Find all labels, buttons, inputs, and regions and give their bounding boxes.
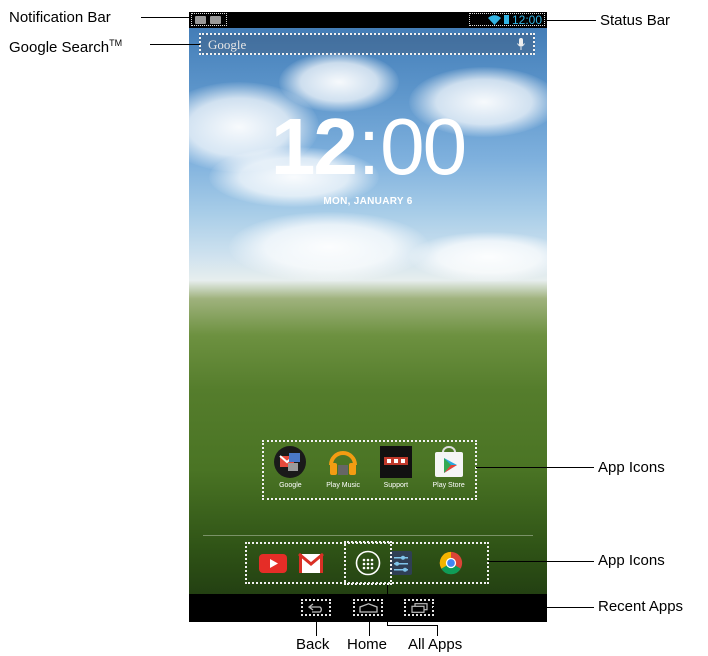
leader-line [150,44,200,45]
leader-line [387,625,437,626]
search-placeholder: Google [208,37,247,52]
wifi-icon [487,14,501,25]
navigation-bar [189,594,547,622]
callout-all-apps: All Apps [408,636,463,653]
callout-app-icons-top: App Icons [598,459,665,476]
home-button[interactable] [353,599,383,616]
recent-apps-button[interactable] [404,599,434,616]
status-icons[interactable]: 12:00 [469,13,545,26]
notification-icons[interactable] [191,13,227,26]
trademark-mark: TM [109,38,123,48]
app-support[interactable]: Support [371,446,421,498]
clock-minutes: 00 [380,102,467,191]
email-notification-icon [210,15,221,24]
app-label: Play Store [432,482,465,489]
callout-app-icons-dock: App Icons [598,552,665,569]
mic-icon[interactable] [517,38,525,51]
youtube-icon[interactable] [259,551,287,575]
app-label: Support [383,482,409,489]
rca-icon [379,446,412,478]
app-play-store[interactable]: Play Store [424,446,474,498]
cloud [409,232,547,282]
callout-home: Home [347,636,388,653]
app-google[interactable]: Google [265,446,315,498]
recent-apps-icon [411,603,428,613]
all-apps-icon [355,550,381,576]
leader-line [546,20,596,21]
leader-line [369,619,370,636]
settings-icon[interactable] [388,551,416,575]
leader-line [488,561,594,562]
google-folder-icon [274,446,307,478]
callout-recent-apps: Recent Apps [598,598,684,615]
chrome-icon[interactable] [437,551,465,575]
app-play-music[interactable]: Play Music [318,446,368,498]
all-apps-button[interactable] [344,541,392,585]
app-label: Play Music [326,482,361,489]
callout-google-search-text: Google Search [9,39,110,56]
clock-separator: : [357,102,380,191]
leader-line [437,625,438,636]
back-button[interactable] [301,599,331,616]
back-icon [308,603,322,613]
leader-line [476,467,594,468]
home-screen: 12:00 Google 12:00 MON, JANUARY 6 Google… [189,12,547,622]
image-notification-icon [195,15,206,24]
google-search-bar[interactable]: Google [199,33,535,55]
play-store-icon [433,446,465,478]
callout-back: Back [296,636,330,653]
app-icons-group: Google Play Music Support Play Store [262,440,477,500]
cloud [229,212,429,282]
clock-hour: 12 [270,102,358,191]
gmail-icon[interactable] [297,551,325,575]
app-label: Google [279,482,302,489]
leader-line [387,585,388,626]
leader-line [141,17,191,18]
clock-widget[interactable]: 12:00 [189,107,547,187]
home-icon [359,603,378,613]
date-label: MON, JANUARY 6 [323,196,413,207]
status-bar[interactable]: 12:00 [189,12,547,28]
callout-google-search: Google SearchTM [9,38,122,56]
leader-line [433,607,594,608]
headphones-icon [327,446,359,478]
callout-status-bar: Status Bar [600,12,671,29]
status-time: 12:00 [511,12,542,27]
callout-notification-bar: Notification Bar [9,9,111,26]
dock-divider [203,535,533,536]
battery-icon [503,15,509,24]
leader-line [316,619,317,636]
